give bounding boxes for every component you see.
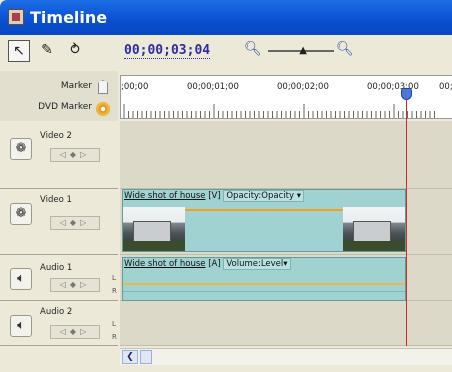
clip-label: Wide shot of house [A] Volume:Level▾: [124, 258, 291, 270]
speaker-icon[interactable]: 🔈︎: [10, 268, 32, 290]
effect-dropdown[interactable]: Opacity:Opacity ▾: [223, 190, 304, 202]
film-reel-icon[interactable]: ❁: [10, 203, 32, 225]
track-header-video-2: ❁ Video 2 ◁◆▷: [0, 121, 118, 189]
ruler-time-label: 00;0: [439, 82, 452, 92]
clip-thumbnail-in: [123, 207, 185, 251]
ruler-time-label: 00;00;01;00: [187, 82, 239, 92]
dvd-marker-label: DVD Marker: [38, 102, 92, 112]
dvd-marker-icon[interactable]: [96, 102, 110, 116]
track-header-audio-2: 🔈︎ Audio 2 ◁◆▷ L R: [0, 301, 118, 346]
track-select-tool-icon[interactable]: ⥁: [64, 40, 86, 62]
horizontal-scrollbar[interactable]: ❮: [120, 348, 452, 365]
clip-tag: [A]: [208, 259, 221, 269]
ruler-ticks: [123, 104, 435, 118]
clip-label: Wide shot of house [V] Opacity:Opacity ▾: [124, 190, 304, 202]
channel-left-label: L: [112, 274, 116, 282]
channel-left-label: L: [112, 320, 116, 328]
scroll-left-arrow-icon[interactable]: ❮: [122, 350, 138, 364]
keyframe-navigator[interactable]: ◁◆▷: [50, 325, 100, 339]
ruler-time-label: ;00;00: [121, 82, 149, 92]
track-header-video-1: ❁ Video 1 ◁◆▷: [0, 189, 118, 255]
video-clip[interactable]: Wide shot of house [V] Opacity:Opacity ▾: [122, 189, 406, 252]
toolbar: ↖ ✎ ⥁ 00;00;03;04 🔍︎ ▲ 🔍︎: [0, 35, 452, 71]
selection-tool-icon[interactable]: ↖: [8, 40, 30, 62]
clip-name: Wide shot of house: [124, 259, 206, 269]
film-reel-icon[interactable]: ❁: [10, 138, 32, 160]
razor-tool-icon[interactable]: ✎: [36, 40, 58, 62]
zoom-slider-thumb[interactable]: ▲: [299, 45, 307, 56]
volume-rubber-band[interactable]: [123, 283, 405, 285]
clip-name: Wide shot of house: [124, 191, 206, 201]
ruler-header: Marker DVD Marker: [0, 71, 118, 121]
ruler-time-label: 00;00;02;00: [277, 82, 329, 92]
clip-thumbnail-out: [343, 207, 405, 251]
track-name: Video 1: [40, 195, 72, 205]
marker-icon[interactable]: [98, 80, 108, 94]
window-title: Timeline: [30, 8, 108, 27]
playhead-line: [406, 92, 407, 346]
keyframe-navigator[interactable]: ◁◆▷: [50, 216, 100, 230]
keyframe-navigator[interactable]: ◁◆▷: [50, 148, 100, 162]
audio-clip[interactable]: Wide shot of house [A] Volume:Level▾: [122, 257, 406, 301]
timeline-app-icon: [8, 9, 24, 25]
track-lane-video-2[interactable]: [120, 121, 452, 189]
playhead-handle[interactable]: [401, 88, 412, 100]
effect-name: Opacity:Opacity: [226, 191, 294, 201]
track-name: Audio 2: [40, 307, 73, 317]
track-name: Video 2: [40, 131, 72, 141]
title-bar[interactable]: Timeline: [0, 0, 452, 35]
keyframe-navigator[interactable]: ◁◆▷: [50, 278, 100, 292]
zoom-out-icon[interactable]: 🔍︎: [244, 41, 262, 57]
track-name: Audio 1: [40, 263, 73, 273]
audio-channel-divider: [123, 291, 405, 292]
scrollbar-thumb[interactable]: [140, 350, 152, 364]
current-timecode[interactable]: 00;00;03;04: [124, 44, 211, 59]
channel-right-label: R: [112, 287, 117, 295]
zoom-in-icon[interactable]: 🔍︎: [336, 41, 354, 57]
track-header-audio-1: 🔈︎ Audio 1 ◁◆▷ L R: [0, 255, 118, 301]
clip-tag: [V]: [208, 191, 221, 201]
effect-name: Volume:Level: [226, 259, 284, 269]
channel-right-label: R: [112, 333, 117, 341]
timeline-window: Timeline ↖ ✎ ⥁ 00;00;03;04 🔍︎ ▲ 🔍︎ Marke…: [0, 0, 452, 372]
speaker-icon[interactable]: 🔈︎: [10, 315, 32, 337]
marker-label: Marker: [60, 81, 92, 91]
bottom-strip: [0, 365, 452, 372]
track-lane-audio-2[interactable]: [120, 301, 452, 346]
effect-dropdown[interactable]: Volume:Level▾: [223, 258, 291, 270]
